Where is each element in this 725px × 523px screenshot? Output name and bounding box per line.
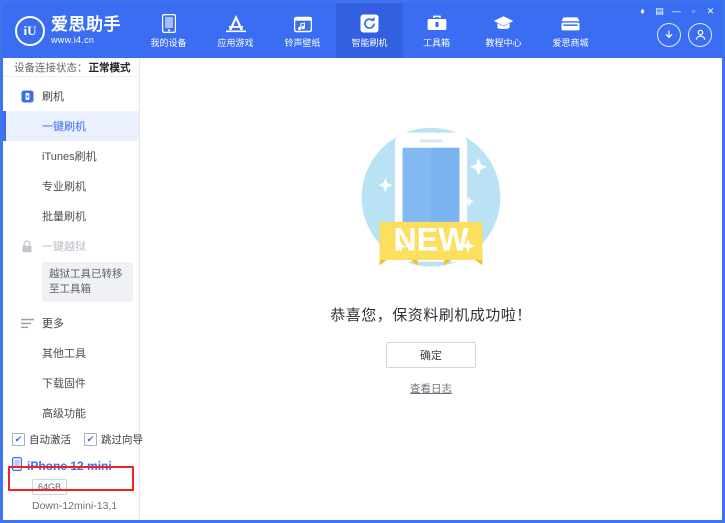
nav-label: 教程中心 (485, 39, 521, 48)
nav-item-my-device[interactable]: 我的设备 (135, 3, 202, 58)
device-name-row: iPhone 12 mini (12, 457, 139, 474)
flash-icon (20, 89, 34, 103)
store-icon (560, 14, 582, 34)
close-icon[interactable]: ✕ (703, 5, 718, 17)
brand-text: 爱思助手 www.i4.cn (51, 16, 121, 45)
confirm-button[interactable]: 确定 (386, 342, 476, 368)
sidebar-item-label: iTunes刷机 (42, 148, 97, 164)
main-content: NEW 恭喜您，保资料刷机成功啦！ 确定 查看日志 (140, 58, 722, 520)
sidebar-item-batch-flash[interactable]: 批量刷机 (3, 201, 139, 231)
tutorial-center-icon (493, 14, 515, 34)
account-icon[interactable] (688, 23, 712, 47)
minimize-icon[interactable]: — (669, 5, 684, 17)
nav-label: 爱思商城 (552, 39, 588, 48)
auto-activate-label: 自动激活 (29, 432, 71, 447)
device-identifier: Down-12mini-13,1 (32, 500, 139, 512)
nav-item-apps-games[interactable]: 应用游戏 (202, 3, 269, 58)
connection-status-label: 设备连接状态： (14, 60, 88, 75)
download-icon[interactable] (657, 23, 681, 47)
nav-item-toolbox[interactable]: 工具箱 (403, 3, 470, 58)
checkbox-box: ✔ (12, 433, 25, 446)
sidebar-item-label: 其他工具 (42, 345, 86, 361)
auto-activate-checkbox[interactable]: ✔ 自动激活 (12, 432, 71, 447)
brand-url: www.i4.cn (51, 36, 121, 45)
nav-label: 应用游戏 (217, 39, 253, 48)
sidebar-group-label: 刷机 (42, 88, 64, 104)
smart-flash-icon (359, 14, 381, 34)
sidebar-item-other-tools[interactable]: 其他工具 (3, 338, 139, 368)
sidebar-item-pro-flash[interactable]: 专业刷机 (3, 171, 139, 201)
body-area: 设备连接状态： 正常模式 刷机 一键刷机 iTunes刷机 专业刷机 (3, 58, 722, 520)
ringtone-wallpaper-icon (292, 14, 314, 34)
device-capacity: 64GB (32, 479, 67, 495)
sidebar-menu: 刷机 一键刷机 iTunes刷机 专业刷机 批量刷机 (3, 77, 139, 428)
sidebar-group-flash[interactable]: 刷机 (3, 81, 139, 111)
new-badge-text: NEW (393, 221, 469, 257)
apps-games-icon (225, 14, 247, 34)
sidebar-item-label: 高级功能 (42, 405, 86, 421)
sidebar-item-label: 专业刷机 (42, 178, 86, 194)
sidebar-group-more[interactable]: 更多 (3, 308, 139, 338)
brand-name: 爱思助手 (51, 16, 121, 33)
maximize-icon[interactable]: ▫ (686, 5, 701, 17)
nav-item-store[interactable]: 爱思商城 (537, 3, 604, 58)
more-icon (20, 316, 34, 330)
skip-setup-checkbox[interactable]: ✔ 跳过向导 (84, 432, 143, 447)
nav-item-ringtone-wallpaper[interactable]: 铃声壁纸 (269, 3, 336, 58)
connection-status-value: 正常模式 (89, 60, 131, 75)
flash-success-illustration: NEW (336, 106, 526, 296)
device-info[interactable]: iPhone 12 mini 64GB Down-12mini-13,1 (3, 453, 139, 520)
skin-icon[interactable]: ♦ (635, 5, 650, 17)
top-bar: iU 爱思助手 www.i4.cn 我的设备 应用游戏 (3, 3, 722, 58)
main-nav: 我的设备 应用游戏 铃声壁纸 智能刷机 (135, 3, 657, 58)
sidebar-item-itunes-flash[interactable]: iTunes刷机 (3, 141, 139, 171)
device-name: iPhone 12 mini (27, 459, 112, 473)
skip-setup-label: 跳过向导 (101, 432, 143, 447)
nav-item-smart-flash[interactable]: 智能刷机 (336, 3, 403, 58)
sidebar-group-label: 一键越狱 (42, 238, 86, 254)
lock-icon (20, 239, 34, 253)
brand-logo[interactable]: iU 爱思助手 www.i4.cn (3, 3, 135, 58)
nav-item-tutorial-center[interactable]: 教程中心 (470, 3, 537, 58)
sidebar-group-label: 更多 (42, 315, 64, 331)
sidebar-item-one-key-flash[interactable]: 一键刷机 (3, 111, 139, 141)
phone-icon (158, 14, 180, 34)
sidebar-footer: ✔ 自动激活 ✔ 跳过向导 iPhone 12 mini (3, 428, 139, 520)
logo-mark-icon: iU (15, 16, 45, 46)
app-window: iU 爱思助手 www.i4.cn 我的设备 应用游戏 (0, 0, 725, 523)
checkbox-box: ✔ (84, 433, 97, 446)
top-right-actions (657, 11, 722, 58)
flash-options-row: ✔ 自动激活 ✔ 跳过向导 (12, 428, 133, 450)
sidebar-item-advanced[interactable]: 高级功能 (3, 398, 139, 428)
sidebar-item-label: 一键刷机 (42, 118, 86, 134)
success-message: 恭喜您，保资料刷机成功啦！ (330, 304, 532, 325)
connection-status: 设备连接状态： 正常模式 (3, 58, 139, 77)
sidebar: 设备连接状态： 正常模式 刷机 一键刷机 iTunes刷机 专业刷机 (3, 58, 140, 520)
nav-label: 工具箱 (423, 39, 450, 48)
sidebar-item-download-firmware[interactable]: 下载固件 (3, 368, 139, 398)
view-log-link[interactable]: 查看日志 (410, 381, 452, 396)
nav-label: 我的设备 (150, 39, 186, 48)
menu-icon[interactable]: ▤ (652, 5, 667, 17)
nav-label: 铃声壁纸 (284, 39, 320, 48)
window-controls: ♦ ▤ — ▫ ✕ (635, 5, 718, 17)
sidebar-group-jailbreak: 一键越狱 (3, 231, 139, 261)
jailbreak-moved-tooltip: 越狱工具已转移至工具箱 (42, 262, 133, 302)
sidebar-item-label: 批量刷机 (42, 208, 86, 224)
sidebar-item-label: 下载固件 (42, 375, 86, 391)
nav-label: 智能刷机 (351, 39, 387, 48)
device-phone-icon (12, 457, 22, 474)
toolbox-icon (426, 14, 448, 34)
